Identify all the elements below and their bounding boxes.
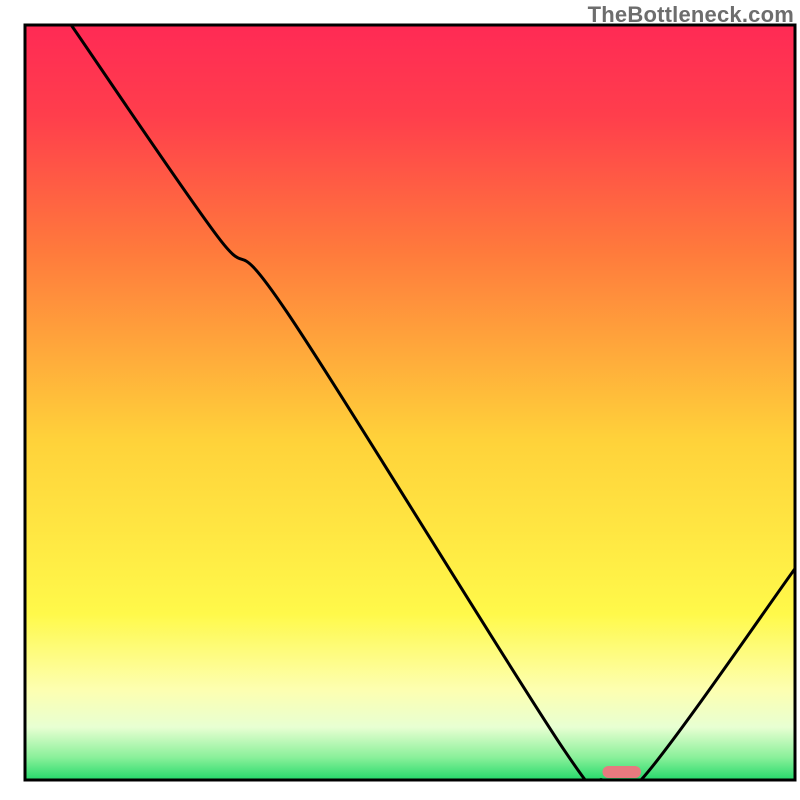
gradient-background — [25, 25, 795, 780]
watermark-text: TheBottleneck.com — [588, 2, 794, 28]
chart-svg — [0, 0, 800, 800]
bottleneck-chart: TheBottleneck.com — [0, 0, 800, 800]
plot-area — [25, 25, 795, 797]
optimal-marker — [603, 766, 642, 778]
